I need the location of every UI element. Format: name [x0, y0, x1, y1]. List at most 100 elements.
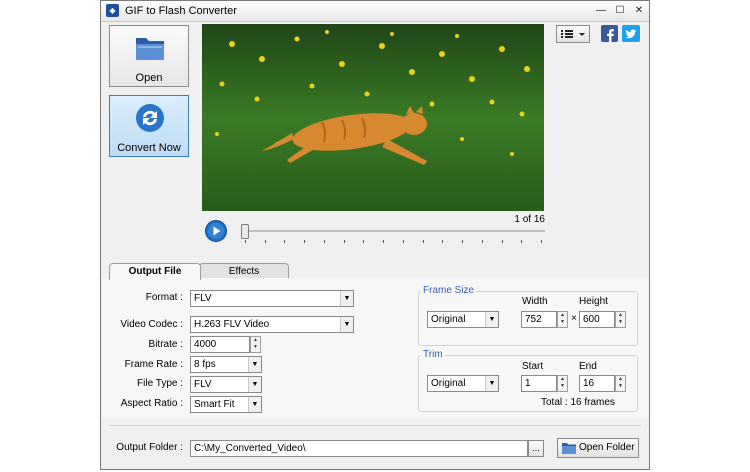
seek-tick	[402, 240, 404, 243]
start-value: 1	[525, 378, 531, 389]
height-stepper[interactable]: ▲ ▼	[615, 311, 626, 328]
width-value: 752	[525, 314, 542, 325]
video-preview	[202, 24, 544, 211]
output-folder-label: Output Folder :	[116, 442, 183, 453]
seek-tick	[521, 240, 523, 243]
seek-tick	[264, 240, 266, 243]
seek-tick	[383, 240, 385, 243]
open-button[interactable]: Open	[109, 25, 189, 87]
seek-tick	[442, 240, 444, 243]
format-label: Format :	[145, 292, 183, 303]
open-folder-label: Open Folder	[579, 442, 635, 453]
format-value: FLV	[194, 293, 212, 304]
frame-rate-select[interactable]: 8 fps ▼	[190, 356, 262, 373]
twitter-button[interactable]	[622, 25, 640, 42]
chevron-down-icon: ▼	[485, 376, 498, 391]
aspect-ratio-select[interactable]: Smart Fit ▼	[190, 396, 262, 413]
folder-small-icon	[562, 443, 576, 454]
trim-mode-select[interactable]: Original ▼	[427, 375, 499, 392]
seek-thumb[interactable]	[241, 224, 249, 239]
output-folder-input[interactable]: C:\My_Converted_Video\	[190, 440, 528, 457]
tab-output-file[interactable]: Output File	[109, 263, 201, 280]
frame-size-title: Frame Size	[421, 285, 477, 296]
chevron-down-icon: ▼	[485, 312, 498, 327]
menu-list-button[interactable]	[556, 25, 590, 43]
height-input[interactable]: 600	[579, 311, 615, 328]
facebook-button[interactable]	[601, 25, 618, 42]
browse-button[interactable]: ...	[528, 440, 544, 457]
seek-track[interactable]	[241, 230, 545, 232]
up-arrow-icon[interactable]: ▲	[558, 376, 567, 383]
chevron-down-icon: ▼	[340, 291, 353, 306]
width-stepper[interactable]: ▲ ▼	[557, 311, 568, 328]
minimize-button[interactable]: —	[593, 4, 609, 17]
start-stepper[interactable]: ▲ ▼	[557, 375, 568, 392]
width-label: Width	[522, 296, 548, 307]
chevron-down-icon: ▼	[248, 357, 261, 372]
end-input[interactable]: 16	[579, 375, 615, 392]
frame-rate-label: Frame Rate :	[124, 359, 183, 370]
app-icon: ◆	[106, 4, 119, 17]
video-codec-value: H.263 FLV Video	[194, 319, 270, 330]
open-folder-button[interactable]: Open Folder	[557, 438, 639, 458]
convert-now-label: Convert Now	[117, 142, 181, 154]
bitrate-input[interactable]: 4000	[190, 336, 250, 353]
convert-now-button[interactable]: Convert Now	[109, 95, 189, 157]
bitrate-value: 4000	[194, 339, 217, 350]
seek-tick	[422, 240, 424, 243]
end-value: 16	[583, 378, 595, 389]
browse-label: ...	[532, 443, 540, 453]
seek-tick	[323, 240, 325, 243]
tab-output-file-label: Output File	[128, 266, 182, 277]
maximize-button[interactable]: ☐	[612, 4, 628, 17]
height-value: 600	[583, 314, 600, 325]
file-type-value: FLV	[194, 379, 212, 390]
seek-tick	[481, 240, 483, 243]
start-input[interactable]: 1	[521, 375, 557, 392]
play-button[interactable]	[205, 220, 227, 242]
down-arrow-icon[interactable]: ▼	[251, 344, 260, 351]
video-codec-label: Video Codec :	[120, 319, 183, 330]
folder-icon	[136, 38, 164, 60]
tab-effects-label: Effects	[228, 266, 260, 277]
total-frames: Total : 16 frames	[541, 397, 615, 408]
close-button[interactable]: ✕	[631, 4, 647, 17]
width-input[interactable]: 752	[521, 311, 557, 328]
format-select[interactable]: FLV ▼	[190, 290, 354, 307]
file-type-select[interactable]: FLV ▼	[190, 376, 262, 393]
up-arrow-icon[interactable]: ▲	[616, 376, 625, 383]
open-button-label: Open	[135, 72, 163, 84]
start-label: Start	[522, 361, 544, 372]
seek-tick	[501, 240, 503, 243]
frame-size-mode-select[interactable]: Original ▼	[427, 311, 499, 328]
chevron-down-icon: ▼	[340, 317, 353, 332]
seek-tick	[245, 240, 246, 243]
down-arrow-icon[interactable]: ▼	[616, 383, 625, 390]
seek-tick	[363, 240, 365, 243]
up-arrow-icon[interactable]: ▲	[558, 312, 567, 319]
bitrate-stepper[interactable]: ▲ ▼	[250, 336, 261, 353]
down-arrow-icon[interactable]: ▼	[558, 383, 567, 390]
video-codec-select[interactable]: H.263 FLV Video ▼	[190, 316, 354, 333]
frame-size-mode-value: Original	[431, 314, 466, 325]
trim-mode-value: Original	[431, 378, 466, 389]
down-arrow-icon[interactable]: ▼	[558, 319, 567, 326]
trim-title: Trim	[421, 349, 445, 360]
seek-tick	[304, 240, 306, 243]
up-arrow-icon[interactable]: ▲	[251, 337, 260, 344]
down-arrow-icon[interactable]: ▼	[616, 319, 625, 326]
output-folder-path: C:\My_Converted_Video\	[194, 443, 306, 454]
app-window: ◆ GIF to Flash Converter — ☐ ✕ Open Conv…	[100, 0, 650, 470]
seek-tick	[284, 240, 286, 243]
output-settings-panel: Format : FLV ▼ Video Codec : H.263 FLV V…	[101, 278, 649, 418]
tab-effects[interactable]: Effects	[199, 263, 289, 279]
chevron-down-icon: ▼	[248, 397, 261, 412]
frame-rate-value: 8 fps	[194, 359, 216, 370]
twitter-icon	[622, 25, 640, 42]
file-type-label: File Type :	[137, 378, 183, 389]
menu-list-icon	[561, 30, 585, 38]
end-stepper[interactable]: ▲ ▼	[615, 375, 626, 392]
up-arrow-icon[interactable]: ▲	[616, 312, 625, 319]
seek-tick	[343, 240, 345, 243]
seek-tick	[541, 240, 542, 243]
